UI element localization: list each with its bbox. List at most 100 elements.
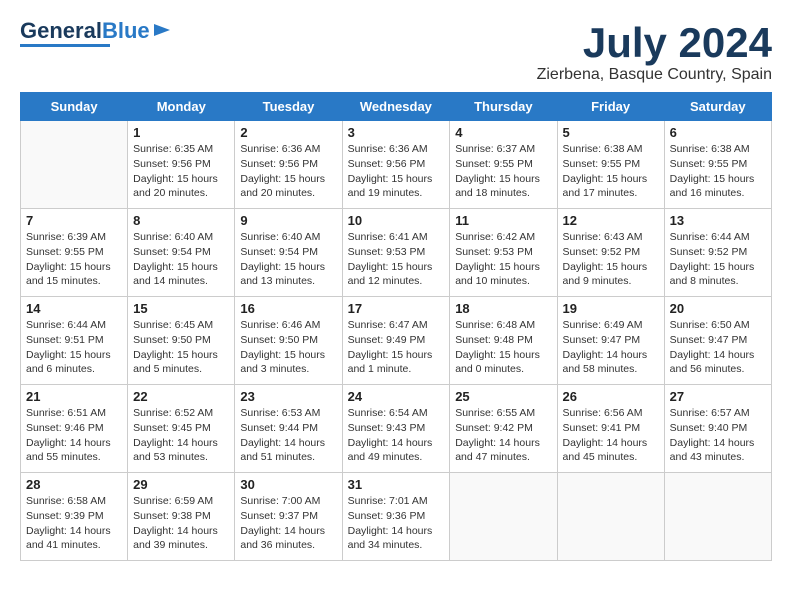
day-number: 17 — [348, 301, 445, 316]
week-row-3: 14 Sunrise: 6:44 AMSunset: 9:51 PMDayligh… — [21, 297, 772, 385]
day-info: Sunrise: 7:01 AMSunset: 9:36 PMDaylight:… — [348, 494, 445, 553]
day-number: 8 — [133, 213, 229, 228]
calendar-cell — [21, 121, 128, 209]
day-number: 7 — [26, 213, 122, 228]
calendar-cell: 27Sunrise: 6:57 AMSunset: 9:40 PMDayligh… — [664, 385, 771, 473]
calendar-cell: 22 Sunrise: 6:52 AMSunset: 9:45 PMDayligh… — [128, 385, 235, 473]
day-info: Sunrise: 6:51 AMSunset: 9:46 PMDaylight:… — [26, 406, 122, 465]
day-number: 14 — [26, 301, 122, 316]
logo-underline — [20, 44, 110, 47]
day-info: Sunrise: 6:36 AMSunset: 9:56 PMDaylight:… — [348, 142, 445, 201]
day-info: Sunrise: 6:37 AMSunset: 9:55 PMDaylight:… — [455, 142, 551, 201]
day-info: Sunrise: 6:53 AMSunset: 9:44 PMDaylight:… — [240, 406, 336, 465]
calendar-cell — [664, 473, 771, 561]
day-number: 9 — [240, 213, 336, 228]
day-number: 29 — [133, 477, 229, 492]
calendar-cell: 25 Sunrise: 6:55 AMSunset: 9:42 PMDayligh… — [450, 385, 557, 473]
day-number: 3 — [348, 125, 445, 140]
day-number: 21 — [26, 389, 122, 404]
week-row-2: 7 Sunrise: 6:39 AMSunset: 9:55 PMDaylight… — [21, 209, 772, 297]
calendar-cell: 12 Sunrise: 6:43 AMSunset: 9:52 PMDayligh… — [557, 209, 664, 297]
day-info: Sunrise: 6:38 AMSunset: 9:55 PMDaylight:… — [563, 142, 659, 201]
day-number: 5 — [563, 125, 659, 140]
day-number: 24 — [348, 389, 445, 404]
title-block: July 2024 Zierbena, Basque Country, Spai… — [537, 20, 772, 84]
logo: GeneralBlue — [20, 20, 172, 47]
day-info: Sunrise: 6:56 AMSunset: 9:41 PMDaylight:… — [563, 406, 659, 465]
day-number: 12 — [563, 213, 659, 228]
calendar-cell: 30 Sunrise: 7:00 AMSunset: 9:37 PMDayligh… — [235, 473, 342, 561]
day-info: Sunrise: 6:40 AMSunset: 9:54 PMDaylight:… — [133, 230, 229, 289]
calendar-cell: 29Sunrise: 6:59 AMSunset: 9:38 PMDayligh… — [128, 473, 235, 561]
week-row-4: 21 Sunrise: 6:51 AMSunset: 9:46 PMDayligh… — [21, 385, 772, 473]
day-info: Sunrise: 6:52 AMSunset: 9:45 PMDaylight:… — [133, 406, 229, 465]
calendar-cell: 17 Sunrise: 6:47 AMSunset: 9:49 PMDayligh… — [342, 297, 450, 385]
weekday-monday: Monday — [128, 93, 235, 121]
day-number: 15 — [133, 301, 229, 316]
calendar-cell: 10 Sunrise: 6:41 AMSunset: 9:53 PMDayligh… — [342, 209, 450, 297]
calendar-cell: 14 Sunrise: 6:44 AMSunset: 9:51 PMDayligh… — [21, 297, 128, 385]
day-info: Sunrise: 6:50 AMSunset: 9:47 PMDaylight:… — [670, 318, 766, 377]
calendar-cell: 23Sunrise: 6:53 AMSunset: 9:44 PMDayligh… — [235, 385, 342, 473]
day-number: 4 — [455, 125, 551, 140]
day-info: Sunrise: 6:54 AMSunset: 9:43 PMDaylight:… — [348, 406, 445, 465]
weekday-tuesday: Tuesday — [235, 93, 342, 121]
calendar-cell: 15 Sunrise: 6:45 AMSunset: 9:50 PMDayligh… — [128, 297, 235, 385]
day-info: Sunrise: 6:48 AMSunset: 9:48 PMDaylight:… — [455, 318, 551, 377]
calendar-cell: 5 Sunrise: 6:38 AMSunset: 9:55 PMDaylight… — [557, 121, 664, 209]
day-info: Sunrise: 6:36 AMSunset: 9:56 PMDaylight:… — [240, 142, 336, 201]
day-number: 6 — [670, 125, 766, 140]
calendar-cell: 19Sunrise: 6:49 AMSunset: 9:47 PMDayligh… — [557, 297, 664, 385]
week-row-5: 28 Sunrise: 6:58 AMSunset: 9:39 PMDayligh… — [21, 473, 772, 561]
day-info: Sunrise: 6:39 AMSunset: 9:55 PMDaylight:… — [26, 230, 122, 289]
calendar-cell: 6 Sunrise: 6:38 AMSunset: 9:55 PMDaylight… — [664, 121, 771, 209]
day-info: Sunrise: 6:35 AMSunset: 9:56 PMDaylight:… — [133, 142, 229, 201]
day-info: Sunrise: 6:46 AMSunset: 9:50 PMDaylight:… — [240, 318, 336, 377]
day-number: 25 — [455, 389, 551, 404]
week-row-1: 1 Sunrise: 6:35 AMSunset: 9:56 PMDaylight… — [21, 121, 772, 209]
calendar-cell: 31Sunrise: 7:01 AMSunset: 9:36 PMDayligh… — [342, 473, 450, 561]
day-info: Sunrise: 6:43 AMSunset: 9:52 PMDaylight:… — [563, 230, 659, 289]
calendar-cell: 3 Sunrise: 6:36 AMSunset: 9:56 PMDaylight… — [342, 121, 450, 209]
day-info: Sunrise: 6:40 AMSunset: 9:54 PMDaylight:… — [240, 230, 336, 289]
day-number: 30 — [240, 477, 336, 492]
logo-arrow-icon — [152, 20, 172, 40]
weekday-friday: Friday — [557, 93, 664, 121]
day-number: 18 — [455, 301, 551, 316]
day-info: Sunrise: 6:44 AMSunset: 9:51 PMDaylight:… — [26, 318, 122, 377]
calendar-cell: 4 Sunrise: 6:37 AMSunset: 9:55 PMDaylight… — [450, 121, 557, 209]
day-number: 22 — [133, 389, 229, 404]
logo-text: GeneralBlue — [20, 20, 150, 42]
calendar-cell: 16 Sunrise: 6:46 AMSunset: 9:50 PMDayligh… — [235, 297, 342, 385]
calendar-cell: 18 Sunrise: 6:48 AMSunset: 9:48 PMDayligh… — [450, 297, 557, 385]
day-number: 16 — [240, 301, 336, 316]
day-number: 11 — [455, 213, 551, 228]
weekday-saturday: Saturday — [664, 93, 771, 121]
day-info: Sunrise: 6:41 AMSunset: 9:53 PMDaylight:… — [348, 230, 445, 289]
calendar-cell: 20 Sunrise: 6:50 AMSunset: 9:47 PMDayligh… — [664, 297, 771, 385]
day-number: 10 — [348, 213, 445, 228]
day-number: 1 — [133, 125, 229, 140]
calendar-cell: 9 Sunrise: 6:40 AMSunset: 9:54 PMDaylight… — [235, 209, 342, 297]
calendar-table: SundayMondayTuesdayWednesdayThursdayFrid… — [20, 92, 772, 561]
calendar-cell: 26Sunrise: 6:56 AMSunset: 9:41 PMDayligh… — [557, 385, 664, 473]
day-info: Sunrise: 6:47 AMSunset: 9:49 PMDaylight:… — [348, 318, 445, 377]
day-number: 2 — [240, 125, 336, 140]
day-info: Sunrise: 7:00 AMSunset: 9:37 PMDaylight:… — [240, 494, 336, 553]
month-year-title: July 2024 — [537, 20, 772, 66]
calendar-cell: 8 Sunrise: 6:40 AMSunset: 9:54 PMDaylight… — [128, 209, 235, 297]
calendar-cell: 24 Sunrise: 6:54 AMSunset: 9:43 PMDayligh… — [342, 385, 450, 473]
day-info: Sunrise: 6:55 AMSunset: 9:42 PMDaylight:… — [455, 406, 551, 465]
day-number: 20 — [670, 301, 766, 316]
day-info: Sunrise: 6:58 AMSunset: 9:39 PMDaylight:… — [26, 494, 122, 553]
weekday-thursday: Thursday — [450, 93, 557, 121]
day-info: Sunrise: 6:44 AMSunset: 9:52 PMDaylight:… — [670, 230, 766, 289]
day-info: Sunrise: 6:38 AMSunset: 9:55 PMDaylight:… — [670, 142, 766, 201]
day-number: 28 — [26, 477, 122, 492]
calendar-cell: 2 Sunrise: 6:36 AMSunset: 9:56 PMDaylight… — [235, 121, 342, 209]
day-info: Sunrise: 6:45 AMSunset: 9:50 PMDaylight:… — [133, 318, 229, 377]
day-info: Sunrise: 6:57 AMSunset: 9:40 PMDaylight:… — [670, 406, 766, 465]
weekday-header-row: SundayMondayTuesdayWednesdayThursdayFrid… — [21, 93, 772, 121]
calendar-cell — [450, 473, 557, 561]
location-subtitle: Zierbena, Basque Country, Spain — [537, 66, 772, 84]
